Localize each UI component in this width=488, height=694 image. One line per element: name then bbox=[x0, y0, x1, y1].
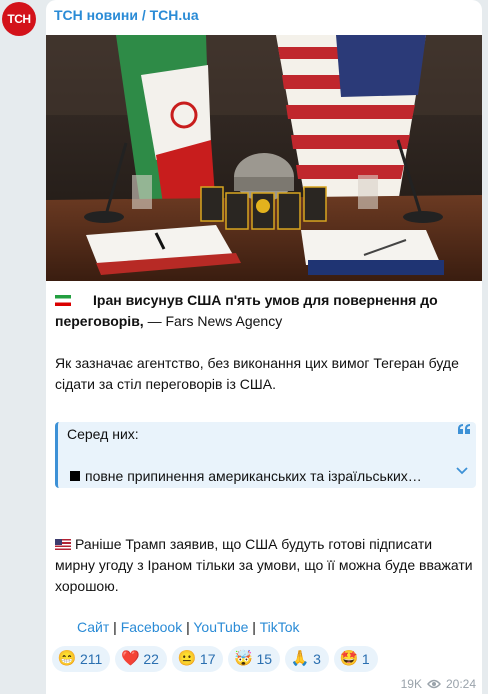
reaction-count: 17 bbox=[199, 651, 216, 667]
red-heart-icon: ❤️ bbox=[120, 650, 140, 667]
reaction-star-struck[interactable]: 🤩 1 bbox=[333, 646, 378, 672]
quote-first-item: повне припинення американських та ізраїл… bbox=[70, 468, 422, 484]
headline-source: — Fars News Agency bbox=[143, 313, 283, 329]
reaction-count: 211 bbox=[80, 651, 103, 667]
link-separator: | bbox=[248, 619, 260, 635]
exploding-head-icon: 🤯 bbox=[234, 650, 253, 667]
expandable-blockquote[interactable]: Серед них: повне припинення американськи… bbox=[55, 422, 476, 488]
site-link[interactable]: Сайт bbox=[77, 619, 109, 635]
channel-avatar[interactable]: ТСН bbox=[2, 2, 36, 36]
reaction-count: 15 bbox=[256, 651, 273, 667]
neutral-face-icon: 😐 bbox=[177, 650, 197, 667]
reaction-folded-hands[interactable]: 🙏 3 bbox=[285, 646, 329, 672]
chevron-down-icon[interactable] bbox=[455, 466, 469, 476]
youtube-link[interactable]: YouTube bbox=[193, 619, 248, 635]
message-meta: 19K 20:24 bbox=[401, 677, 476, 691]
star-struck-icon: 🤩 bbox=[339, 650, 359, 667]
reaction-exploding-head[interactable]: 🤯 15 bbox=[228, 646, 281, 672]
tiktok-link[interactable]: TikTok bbox=[260, 619, 300, 635]
negotiation-table-image bbox=[46, 35, 482, 281]
reaction-neutral[interactable]: 😐 17 bbox=[171, 646, 224, 672]
reactions-bar: 😁 211 ❤️ 22 😐 17 🤯 15 🙏 3 🤩 1 bbox=[52, 646, 378, 672]
post-paragraph-1: Як зазначає агентство, без виконання цих… bbox=[55, 355, 459, 392]
post-paragraph-2: Раніше Трамп заявив, що США будуть готов… bbox=[55, 534, 473, 597]
reaction-grinning[interactable]: 😁 211 bbox=[52, 646, 111, 672]
view-count: 19K bbox=[400, 677, 422, 691]
grinning-face-icon: 😁 bbox=[57, 650, 77, 667]
quote-icon bbox=[458, 424, 470, 434]
facebook-link[interactable]: Facebook bbox=[121, 619, 182, 635]
folded-hands-icon: 🙏 bbox=[290, 650, 310, 667]
reaction-count: 22 bbox=[143, 651, 159, 667]
link-separator: | bbox=[182, 619, 194, 635]
iran-flag-icon bbox=[55, 295, 71, 306]
avatar-text: ТСН bbox=[7, 12, 31, 26]
eye-icon bbox=[427, 679, 441, 689]
paragraph-2-text: Раніше Трамп заявив, що США будуть готов… bbox=[55, 536, 473, 594]
channel-name[interactable]: ТСН новини / TCH.ua bbox=[54, 7, 199, 23]
reaction-count: 3 bbox=[313, 651, 321, 667]
us-flag-icon bbox=[55, 539, 71, 550]
quote-title: Серед них: bbox=[67, 426, 139, 442]
link-separator: | bbox=[109, 619, 121, 635]
message-time: 20:24 bbox=[445, 677, 476, 691]
post-photo[interactable] bbox=[46, 35, 482, 281]
black-square-icon bbox=[70, 471, 80, 481]
links-row: Сайт | Facebook | YouTube | TikTok bbox=[77, 619, 300, 635]
quote-first-item-text: повне припинення американських та ізраїл… bbox=[85, 468, 422, 484]
message-bubble: ТСН новини / TCH.ua Іран висунув США п'я… bbox=[46, 0, 482, 694]
reaction-count: 1 bbox=[361, 651, 370, 667]
reaction-heart[interactable]: ❤️ 22 bbox=[115, 646, 167, 672]
post-headline: Іран висунув США п'ять умов для повернен… bbox=[55, 290, 473, 332]
